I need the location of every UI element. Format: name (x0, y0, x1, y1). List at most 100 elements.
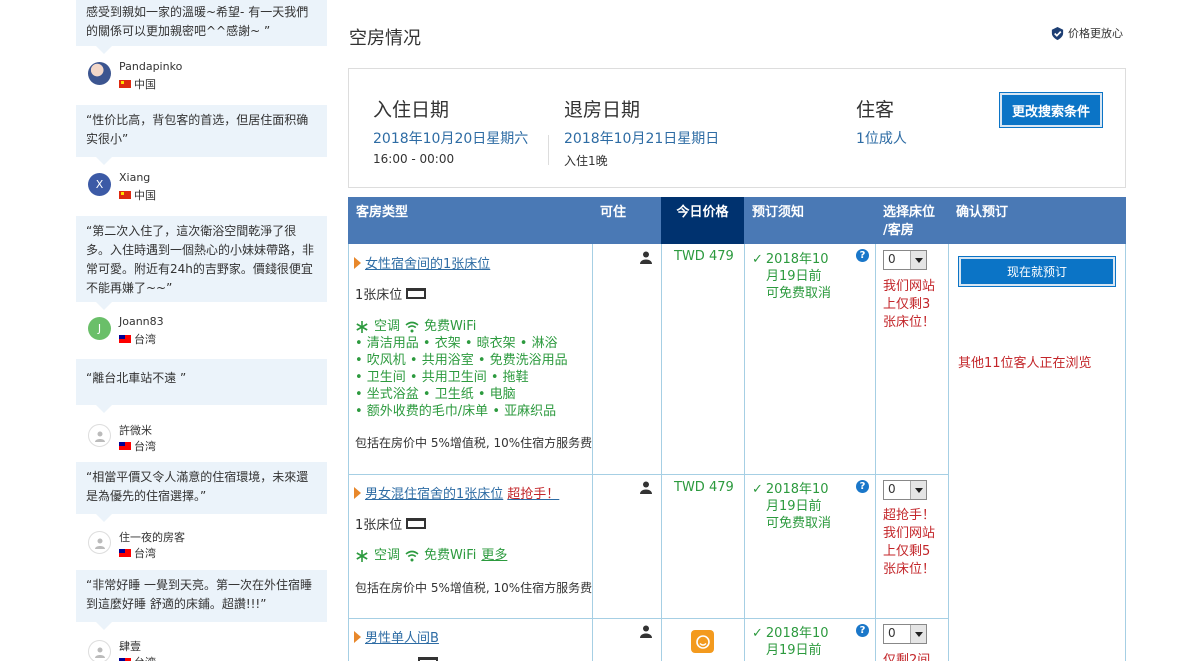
nights-count: 入住1晚 (564, 154, 608, 168)
availability-line: 张床位！ (883, 315, 936, 330)
availability-note: 我们网站 上仅剩3 张床位！ (883, 278, 943, 332)
guests-block: 住客 1位成人 (856, 95, 907, 152)
grid-line (348, 618, 948, 619)
bed-icon (406, 518, 427, 529)
bed-count: 1张床位 (355, 288, 403, 303)
person-icon (640, 481, 652, 494)
reviewer-name: Xiang (119, 171, 151, 184)
arrow-icon (354, 486, 361, 499)
reviewer-country: 中国 (119, 187, 156, 203)
cancel-line: ✓ 2018年10 (752, 251, 834, 268)
check-icon: ✓ (752, 626, 763, 641)
arrow-icon (354, 256, 361, 269)
amenity-line: • 吹风机 • 共用浴室 • 免费洗浴用品 (355, 353, 568, 368)
cancel-line: 可免费取消 (766, 516, 832, 531)
col-select: 选择床位/客房 (875, 197, 948, 244)
room-name[interactable]: 男性单人间B (365, 627, 439, 646)
availability-line: 我们网站 (883, 279, 936, 294)
bed-info: 1张床位 (355, 284, 427, 303)
book-now-button[interactable]: 现在就预订 (959, 257, 1115, 286)
room-name[interactable]: 女性宿舍间的1张床位 (365, 253, 490, 272)
china-flag-icon (119, 80, 131, 88)
reviewer-name: Pandapinko (119, 60, 183, 73)
grid-line (744, 244, 745, 661)
country-name: 台湾 (134, 654, 156, 661)
avatar (88, 531, 111, 554)
person-icon (640, 251, 652, 264)
help-icon[interactable]: ? (856, 480, 869, 493)
checkout-label: 退房日期 (564, 99, 641, 121)
checkin-date[interactable]: 2018年10月20日星期六 (373, 128, 528, 148)
availability-line: 张床位！ (883, 562, 936, 577)
guests-value[interactable]: 1位成人 (856, 128, 907, 148)
change-search-button[interactable]: 更改搜索条件 (1000, 93, 1102, 127)
grid-line (948, 244, 949, 661)
grid-line (661, 244, 662, 661)
bed-quantity-select[interactable]: 0 (883, 480, 927, 500)
col-select-line2: /客房 (883, 223, 914, 238)
reviews-column: 感受到親如一家的溫暖~希望- 有一天我們的關係可以更加親密吧^^感謝~ ” Pa… (0, 0, 340, 661)
availability-line: 上仅剩3 (883, 297, 931, 312)
page-title: 空房情况 (349, 28, 421, 49)
smiley-icon (695, 634, 710, 649)
room-quantity-select[interactable]: 0 (883, 624, 927, 644)
china-flag-icon (119, 191, 131, 199)
checkout-date[interactable]: 2018年10月21日星期日 (564, 128, 719, 148)
country-name: 台湾 (134, 333, 156, 346)
review-bubble: 感受到親如一家的溫暖~希望- 有一天我們的關係可以更加親密吧^^感謝~ ” (76, 0, 327, 54)
review-text: “離台北車站不遠 ” (86, 371, 187, 385)
checkin-time: 16:00 - 00:00 (373, 152, 455, 166)
amenities: 空调 免费WiFi 更多 (355, 547, 507, 564)
availability-line: 仅剩2间 (883, 653, 931, 661)
review-bubble: “離台北車站不遠 ” (76, 359, 327, 413)
review-text: “第二次入住了，這次衛浴空間乾淨了很多。入住時遇到一個熱心的小妹妹帶路，非常可愛… (86, 224, 315, 295)
reviewer-name: 肆壹 (119, 640, 141, 653)
bed-info: 1张床位 (355, 514, 427, 533)
country-name: 中国 (134, 78, 156, 91)
rooms-table: 客房类型 可住 今日价格 预订须知 选择床位/客房 确认预订 女性宿舍间的1张床… (348, 197, 1126, 661)
select-value: 0 (888, 482, 896, 496)
cancel-line: 月19日前 (766, 643, 822, 658)
cancel-line: 月19日前 (766, 499, 822, 514)
review-text: “性价比高，背包客的首选，但居住面积确实很小” (86, 113, 309, 146)
user-icon (94, 538, 105, 549)
review-bubble: “第二次入住了，這次衛浴空間乾淨了很多。入住時遇到一個熱心的小妹妹帶路，非常可愛… (76, 216, 327, 310)
chevron-down-icon (910, 481, 926, 499)
room-price: TWD 479 (674, 480, 734, 495)
smile-badge-icon (691, 630, 714, 653)
bed-icon (406, 288, 427, 299)
cancel-policy: ✓ 2018年10 月19日前 (752, 625, 834, 659)
wifi-icon (405, 321, 419, 332)
arrow-icon (354, 630, 361, 643)
help-icon[interactable]: ? (856, 624, 869, 637)
user-icon (94, 647, 105, 658)
cancel-line: 可免费取消 (766, 286, 832, 301)
taiwan-flag-icon (119, 335, 131, 343)
room-name[interactable]: 男女混住宿舍的1张床位 (365, 483, 503, 502)
bed-quantity-select[interactable]: 0 (883, 250, 927, 270)
cancel-line: ✓ 2018年10 (752, 625, 834, 642)
review-text: 感受到親如一家的溫暖~希望- 有一天我們的關係可以更加親密吧^^感謝~ ” (86, 5, 309, 38)
user-icon (94, 431, 105, 442)
room-link-mixed-dorm[interactable]: 男女混住宿舍的1张床位 超抢手！ (354, 483, 559, 502)
chevron-down-icon (910, 625, 926, 643)
price-assurance[interactable]: 价格更放心 (1050, 25, 1123, 41)
availability-line: 上仅剩5 (883, 544, 931, 559)
col-today-price: 今日价格 (661, 197, 744, 244)
room-link-male-single[interactable]: 男性单人间B (354, 627, 439, 646)
country-name: 台湾 (134, 440, 156, 453)
grid-line (592, 244, 593, 661)
avatar-initial: X (95, 178, 104, 191)
cancel-line: 月19日前 (766, 269, 822, 284)
availability-note: 超抢手！ 我们网站 上仅剩5 张床位！ (883, 507, 943, 579)
reviewer-name: Joann83 (119, 315, 164, 328)
room-link-female-dorm[interactable]: 女性宿舍间的1张床位 (354, 253, 490, 272)
help-icon[interactable]: ? (856, 249, 869, 262)
checkin-label: 入住日期 (373, 99, 450, 121)
more-amenities-link[interactable]: 更多 (481, 547, 507, 564)
check-icon: ✓ (752, 252, 763, 267)
avatar (88, 62, 111, 85)
taiwan-flag-icon (119, 549, 131, 557)
table-header: 客房类型 可住 今日价格 预订须知 选择床位/客房 确认预订 (348, 197, 1126, 244)
amenities: 空调 免费WiFi • 清洁用品 • 衣架 • 晾衣架 • 淋浴 • 吹风机 •… (355, 318, 568, 420)
